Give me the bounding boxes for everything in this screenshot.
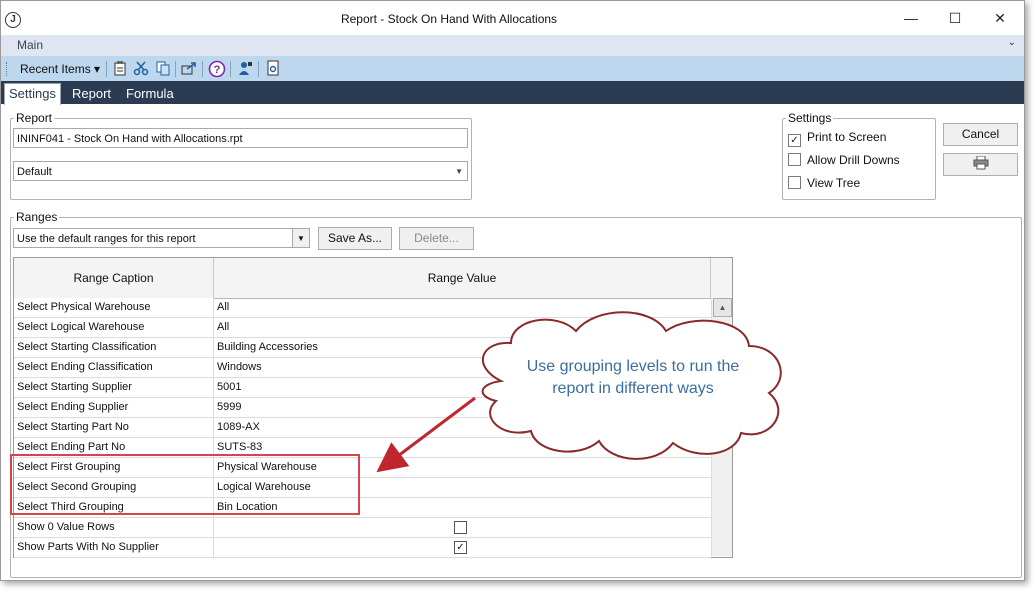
range-value-cell: ✓ bbox=[214, 538, 711, 557]
view-tree-label: View Tree bbox=[807, 176, 861, 190]
cut-icon[interactable] bbox=[132, 60, 150, 78]
chevron-down-icon[interactable]: ⌄ bbox=[1008, 37, 1016, 48]
range-caption-cell: Select Physical Warehouse bbox=[14, 298, 214, 317]
table-row[interactable]: Show Parts With No Supplier ✓ bbox=[14, 538, 711, 558]
maximize-button[interactable]: ☐ bbox=[935, 7, 975, 29]
range-caption-cell: Select Ending Supplier bbox=[14, 398, 214, 417]
table-row[interactable]: Select Starting Part No 1089-AX bbox=[14, 418, 711, 438]
print-to-screen-label: Print to Screen bbox=[807, 130, 887, 144]
dropdown-arrow-icon[interactable]: ▼ bbox=[292, 229, 309, 247]
view-tree-option[interactable]: View Tree bbox=[788, 176, 860, 190]
minimize-button[interactable]: — bbox=[891, 7, 931, 29]
close-button[interactable]: ✕ bbox=[980, 7, 1020, 29]
range-caption-cell: Show 0 Value Rows bbox=[14, 518, 214, 537]
help-icon[interactable]: ? bbox=[208, 60, 226, 78]
svg-text:?: ? bbox=[214, 64, 221, 76]
range-value-header[interactable]: Range Value bbox=[214, 258, 711, 298]
title-bar: J Report - Stock On Hand With Allocation… bbox=[1, 1, 1024, 35]
table-row[interactable]: Select Logical Warehouse All bbox=[14, 318, 711, 338]
cancel-button[interactable]: Cancel bbox=[943, 123, 1018, 146]
range-caption-cell: Select Starting Supplier bbox=[14, 378, 214, 397]
settings-group-legend: Settings bbox=[788, 111, 832, 125]
allow-drill-downs-label: Allow Drill Downs bbox=[807, 153, 900, 167]
allow-drill-downs-option[interactable]: Allow Drill Downs bbox=[788, 153, 900, 167]
document-settings-icon[interactable] bbox=[264, 60, 282, 78]
grouping-highlight-box bbox=[10, 454, 360, 515]
range-caption-cell: Show Parts With No Supplier bbox=[14, 538, 214, 557]
copy-icon[interactable] bbox=[154, 60, 172, 78]
print-to-screen-checkbox[interactable]: ✓ bbox=[788, 134, 801, 147]
report-layout-value: Default bbox=[17, 166, 52, 178]
table-row[interactable]: Select Ending Supplier 5999 bbox=[14, 398, 711, 418]
print-button[interactable] bbox=[943, 153, 1018, 176]
grid-header: Range Caption Range Value bbox=[14, 258, 732, 299]
ranges-group-legend: Ranges bbox=[16, 210, 58, 224]
menu-bar: Main ⌄ bbox=[1, 35, 1024, 56]
range-preset-dropdown[interactable]: Use the default ranges for this report ▼ bbox=[13, 228, 310, 248]
show-zero-value-rows-checkbox[interactable] bbox=[454, 521, 467, 534]
toolbar-separator bbox=[175, 61, 176, 77]
callout-text: Use grouping levels to run the report in… bbox=[526, 358, 740, 397]
range-value-cell[interactable]: Building Accessories bbox=[214, 338, 711, 357]
range-preset-value: Use the default ranges for this report bbox=[17, 233, 196, 245]
export-icon[interactable] bbox=[180, 60, 198, 78]
range-caption-cell: Select Starting Classification bbox=[14, 338, 214, 357]
toolbar-separator bbox=[258, 61, 259, 77]
toolbar-separator bbox=[230, 61, 231, 77]
user-icon[interactable] bbox=[236, 60, 254, 78]
range-caption-cell: Select Ending Classification bbox=[14, 358, 214, 377]
tab-settings[interactable]: Settings bbox=[4, 83, 61, 105]
printer-icon bbox=[973, 155, 988, 170]
save-as-button[interactable]: Save As... bbox=[318, 227, 392, 250]
table-row[interactable]: Select Starting Classification Building A… bbox=[14, 338, 711, 358]
allow-drill-downs-checkbox[interactable] bbox=[788, 153, 801, 166]
window-title: Report - Stock On Hand With Allocations bbox=[340, 12, 558, 26]
main-menu[interactable]: Main bbox=[17, 38, 43, 52]
toolbar-grip[interactable] bbox=[6, 62, 9, 76]
dropdown-arrow-icon: ▼ bbox=[455, 167, 463, 176]
toolbar: Recent Items ▾ ? bbox=[1, 56, 1024, 82]
report-group: Report bbox=[10, 111, 472, 200]
delete-button[interactable]: Delete... bbox=[399, 227, 474, 250]
table-row[interactable]: Select Physical Warehouse All bbox=[14, 298, 711, 318]
toolbar-separator bbox=[202, 61, 203, 77]
range-value-cell[interactable]: All bbox=[214, 318, 711, 337]
range-value-cell[interactable]: 5999 bbox=[214, 398, 711, 417]
range-caption-cell: Select Starting Part No bbox=[14, 418, 214, 437]
tab-bar: Settings Report Formula bbox=[1, 81, 1024, 105]
recent-items-dropdown[interactable]: Recent Items ▾ bbox=[20, 62, 100, 76]
range-caption-header[interactable]: Range Caption bbox=[14, 258, 214, 298]
print-to-screen-option[interactable]: ✓ Print to Screen bbox=[788, 130, 886, 147]
paste-icon[interactable] bbox=[111, 60, 129, 78]
report-group-legend: Report bbox=[16, 111, 53, 125]
report-window: J Report - Stock On Hand With Allocation… bbox=[0, 0, 1025, 581]
range-value-cell[interactable]: 1089-AX bbox=[214, 418, 711, 437]
report-file-field[interactable]: ININF041 - Stock On Hand with Allocation… bbox=[13, 128, 468, 148]
report-layout-dropdown[interactable]: Default ▼ bbox=[13, 161, 468, 181]
range-caption-cell: Select Logical Warehouse bbox=[14, 318, 214, 337]
toolbar-separator bbox=[106, 61, 107, 77]
scroll-up-icon[interactable]: ▲ bbox=[713, 298, 732, 317]
range-value-cell[interactable]: All bbox=[214, 298, 711, 317]
range-value-cell bbox=[214, 518, 711, 537]
view-tree-checkbox[interactable] bbox=[788, 176, 801, 189]
grid-scrollbar[interactable]: ▲ bbox=[711, 298, 732, 556]
show-parts-no-supplier-checkbox[interactable]: ✓ bbox=[454, 541, 467, 554]
tab-report[interactable]: Report bbox=[72, 84, 111, 104]
tab-formula[interactable]: Formula bbox=[126, 84, 174, 104]
table-row[interactable]: Show 0 Value Rows bbox=[14, 518, 711, 538]
